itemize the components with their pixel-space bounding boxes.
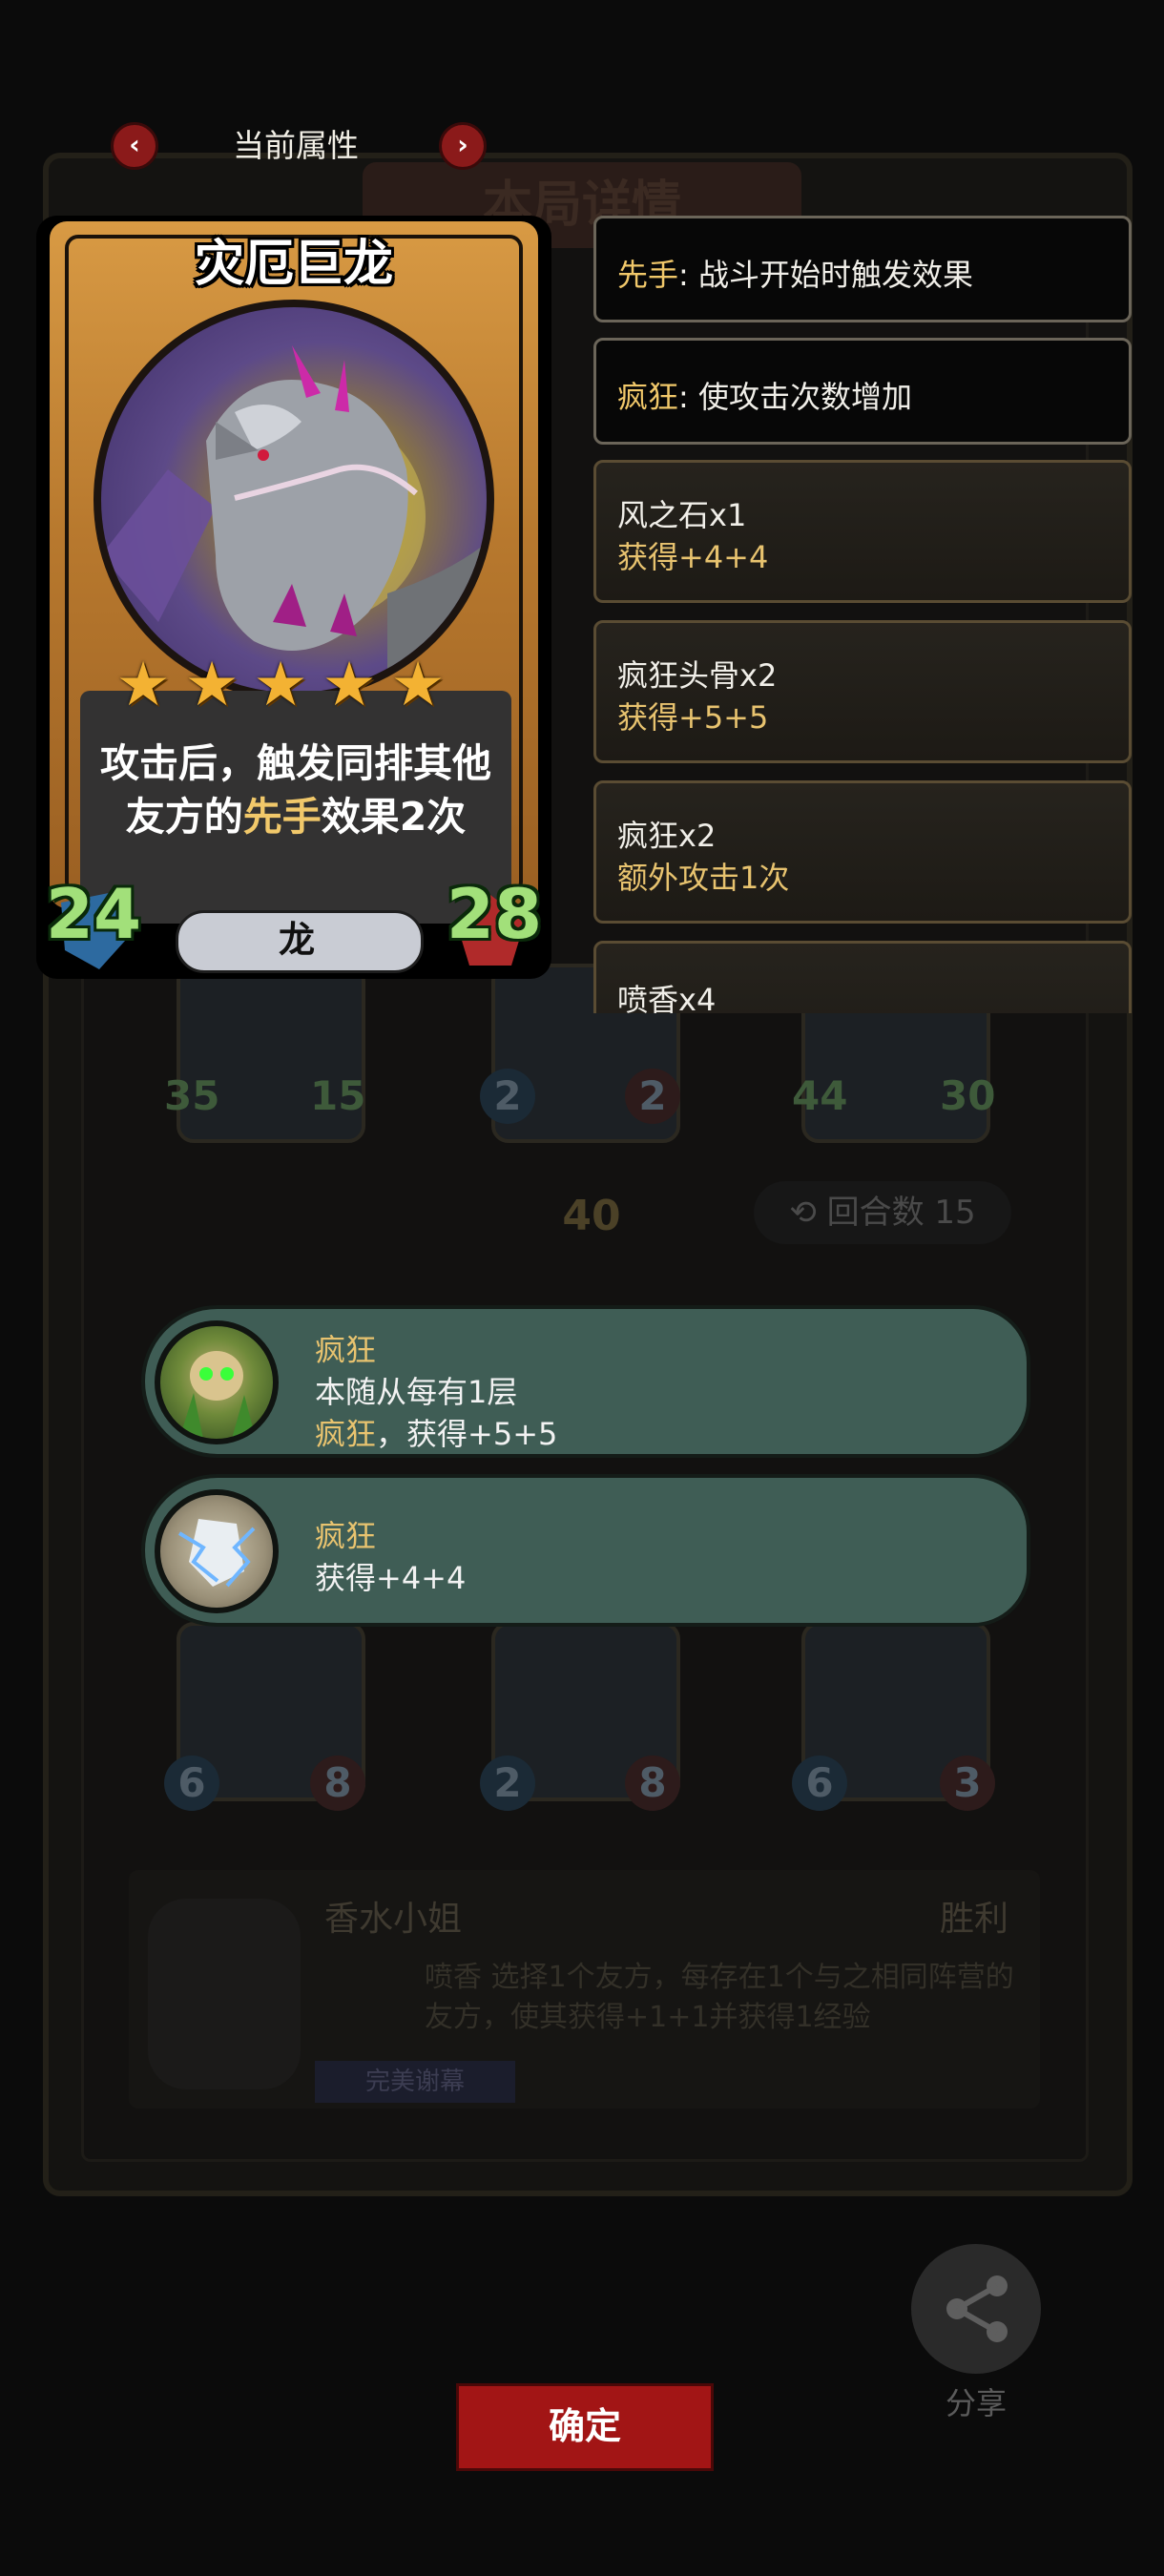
frenzy-buff-popup: 疯狂 本随从每有1层 疯狂，获得+5+5 bbox=[141, 1305, 1030, 1458]
buff-title: 疯狂x2 bbox=[617, 818, 717, 854]
buff-title: 风之石x1 bbox=[617, 497, 747, 533]
match-result: 胜利 bbox=[940, 1900, 1009, 1939]
skull-grass-icon bbox=[155, 1320, 279, 1444]
buff-title: 喷香x4 bbox=[617, 982, 717, 1013]
buff-panel: 风之石x1 获得+4+4 bbox=[593, 460, 1132, 603]
wind-stone-buff-popup: 疯狂 获得+4+4 bbox=[141, 1474, 1030, 1627]
round-counter: ⟲ 回合数 15 bbox=[754, 1181, 1011, 1244]
buff-keyword: 疯狂 bbox=[315, 1416, 377, 1452]
buff-name: 疯狂 bbox=[315, 1332, 377, 1368]
unit-health: 8 bbox=[625, 1755, 680, 1811]
unit-health: 2 bbox=[625, 1069, 680, 1124]
buff-title: 疯狂头骨x2 bbox=[617, 657, 778, 694]
buff-subtitle: 获得+5+5 bbox=[617, 699, 769, 736]
center-value: 40 bbox=[562, 1192, 621, 1240]
unit-health: 8 bbox=[310, 1755, 365, 1811]
unit-health: 30 bbox=[940, 1072, 996, 1119]
unit-health: 3 bbox=[940, 1755, 995, 1811]
buff-line: 本随从每有1层 bbox=[315, 1374, 518, 1410]
keyword-label: 先手 bbox=[617, 257, 679, 293]
skill-description: 喷香 选择1个友方，每存在1个与之相同阵营的友方，使其获得+1+1并获得1经验 bbox=[425, 1961, 1014, 2034]
unit-attack: 35 bbox=[164, 1072, 220, 1119]
buff-line: 获得+4+4 bbox=[315, 1560, 467, 1596]
unit-health: 15 bbox=[310, 1072, 366, 1119]
buff-name: 疯狂 bbox=[315, 1518, 377, 1554]
confirm-button[interactable]: 确定 bbox=[456, 2383, 714, 2471]
round-label: 回合数 bbox=[826, 1194, 925, 1232]
share-label: 分享 bbox=[945, 2385, 1007, 2421]
keyword-text: : 战斗开始时触发效果 bbox=[678, 257, 973, 293]
round-value: 15 bbox=[934, 1194, 976, 1232]
buff-line: ，获得+5+5 bbox=[376, 1416, 558, 1452]
refresh-icon: ⟲ bbox=[789, 1194, 827, 1232]
keyword-label: 疯狂 bbox=[617, 379, 679, 415]
buff-panel: 疯狂头骨x2 获得+5+5 bbox=[593, 620, 1132, 763]
buff-panel: 喷香x4 bbox=[593, 941, 1132, 1013]
buff-subtitle: 额外攻击1次 bbox=[617, 860, 790, 896]
unit-attack: 6 bbox=[164, 1755, 219, 1811]
keyword-panel-first-strike: 先手: 战斗开始时触发效果 bbox=[593, 216, 1132, 322]
unit-attack: 2 bbox=[480, 1755, 535, 1811]
unit-attack: 6 bbox=[792, 1755, 847, 1811]
player-name: 香水小姐 bbox=[324, 1900, 463, 1939]
buff-subtitle: 获得+4+4 bbox=[617, 539, 769, 575]
player-avatar bbox=[148, 1899, 301, 2089]
lightning-stone-icon bbox=[155, 1489, 279, 1613]
unit-attack: 2 bbox=[480, 1069, 535, 1124]
share-button[interactable] bbox=[911, 2244, 1041, 2374]
keyword-text: : 使攻击次数增加 bbox=[678, 379, 912, 415]
attribute-list[interactable]: 先手: 战斗开始时触发效果 疯狂: 使攻击次数增加 风之石x1 获得+4+4 疯… bbox=[0, 0, 1164, 1013]
keyword-panel-frenzy: 疯狂: 使攻击次数增加 bbox=[593, 338, 1132, 445]
buff-panel: 疯狂x2 额外攻击1次 bbox=[593, 780, 1132, 924]
share-icon bbox=[946, 2275, 1008, 2342]
perfect-badge: 完美谢幕 bbox=[315, 2061, 515, 2103]
unit-attack: 44 bbox=[792, 1072, 848, 1119]
